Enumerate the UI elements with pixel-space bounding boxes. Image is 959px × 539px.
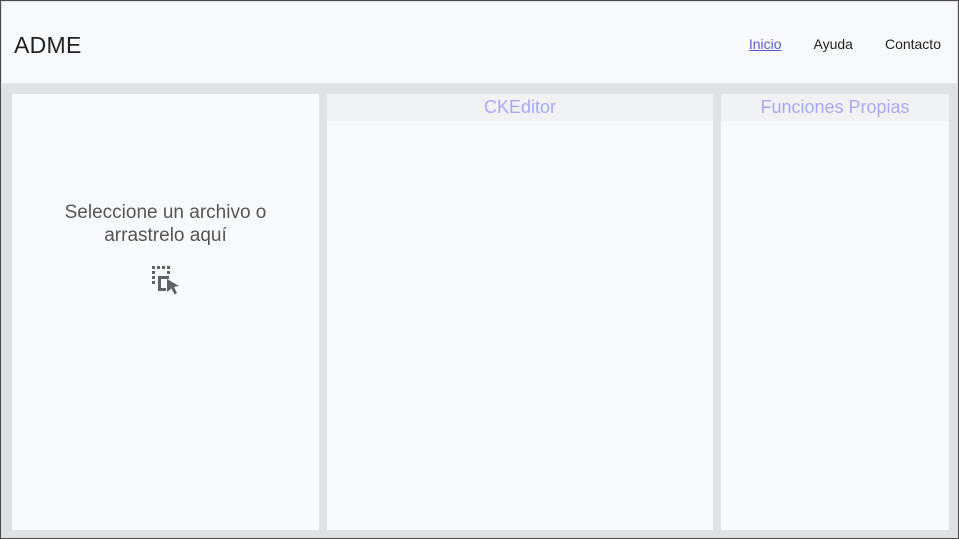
functions-panel: Funciones Propias [721, 94, 949, 530]
nav-link-inicio[interactable]: Inicio [749, 36, 782, 52]
file-drop-zone[interactable]: Seleccione un archivo o arrastrelo aquí [12, 94, 319, 530]
app-frame: ADME Inicio Ayuda Contacto Seleccione un… [0, 0, 959, 539]
ckeditor-panel-title: CKEditor [327, 94, 713, 121]
ckeditor-panel: CKEditor [327, 94, 713, 530]
drop-zone-prompt: Seleccione un archivo o arrastrelo aquí [64, 202, 267, 246]
functions-panel-title: Funciones Propias [721, 94, 949, 121]
select-drag-cursor-icon[interactable] [149, 264, 183, 298]
nav-link-ayuda[interactable]: Ayuda [814, 36, 853, 52]
top-navbar: ADME Inicio Ayuda Contacto [2, 2, 957, 83]
nav-link-contacto[interactable]: Contacto [885, 36, 941, 52]
nav-links: Inicio Ayuda Contacto [717, 36, 941, 52]
brand-logo[interactable]: ADME [14, 32, 82, 59]
